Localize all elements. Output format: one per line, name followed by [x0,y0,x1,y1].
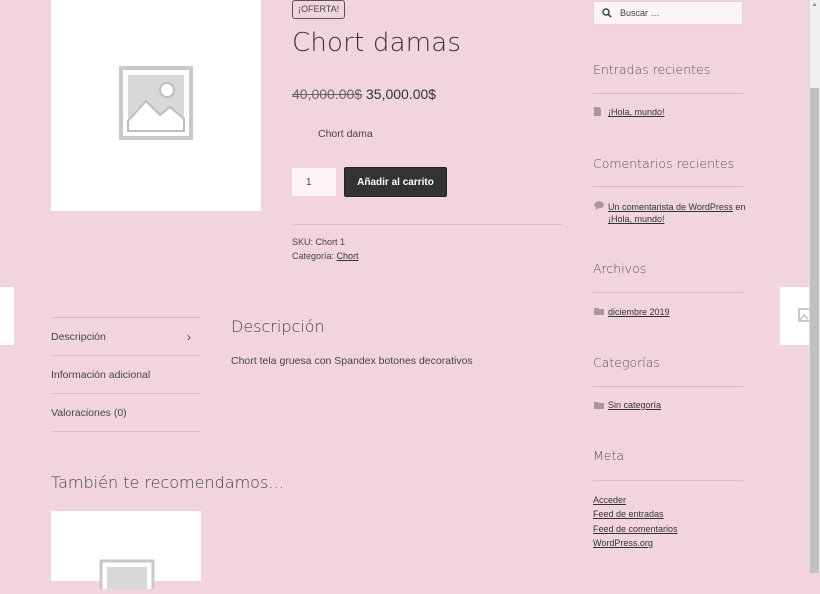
tab-label: Información adicional [51,368,151,381]
category-label: Categoría: [292,251,335,261]
product-sku: SKU: Chort 1 [292,237,345,247]
archive-item: diciembre 2019 [608,307,670,317]
quantity-input[interactable] [292,168,336,196]
chevron-right-icon: › [187,329,191,344]
login-link[interactable]: Acceder [593,495,626,505]
description-heading: Descripción [231,317,325,336]
sale-badge: ¡OFERTA! [292,0,346,19]
widget-divider [593,93,743,94]
image-placeholder-icon [118,65,194,146]
next-product-link[interactable] [780,287,814,345]
sku-value: Chort 1 [315,237,346,247]
short-description: Chort dama [318,128,373,140]
comment-on-text: en [735,202,746,212]
widget-divider [593,480,743,481]
recent-post-link[interactable]: ¡Hola, mundo! [608,107,665,117]
widget-divider [593,186,743,187]
document-icon [594,107,601,118]
regular-price: 40,000.00$ [292,86,363,102]
category-link[interactable]: Sin categoría [608,400,661,410]
meta-title: Meta [593,448,625,463]
recent-comments-title: Comentarios recientes [593,156,735,171]
image-placeholder-icon [99,559,155,594]
scrollbar-thumb[interactable] [810,88,819,573]
category-link[interactable]: Chort [337,251,359,261]
meta-item: Feed de comentarios [593,524,678,534]
archives-title: Archivos [593,261,647,276]
comment-post-link[interactable]: ¡Hola, mundo! [608,214,665,224]
widget-divider [593,292,743,293]
search-icon [602,8,612,18]
search-placeholder: Buscar … [620,8,660,18]
related-products-heading: También te recomendamos… [51,473,285,492]
comment-icon [594,201,604,212]
folder-icon [594,307,604,317]
description-text: Chort tela gruesa con Spandex botones de… [231,355,473,367]
related-product-card[interactable] [51,511,201,594]
folder-icon [594,401,604,411]
search-input[interactable]: Buscar … [593,1,743,25]
tab-additional-information[interactable]: Información adicional [51,355,201,393]
recent-posts-title: Entradas recientes [593,62,711,77]
wordpress-org-link[interactable]: WordPress.org [593,538,653,548]
meta-item: WordPress.org [593,538,653,548]
categories-title: Categorías [593,355,660,370]
scroll-up-arrow[interactable]: ▲ [810,0,819,10]
comments-feed-link[interactable]: Feed de comentarios [593,524,678,534]
product-image[interactable] [51,0,261,211]
tab-label: Descripción [51,330,106,343]
sku-label: SKU: [292,237,314,247]
previous-product-link[interactable] [0,287,14,345]
tab-description[interactable]: Descripción › [51,317,201,355]
comment-author-link[interactable]: Un comentarista de WordPress [608,202,733,212]
tab-reviews[interactable]: Valoraciones (0) [51,393,201,432]
product-category: Categoría: Chort [292,251,359,261]
tab-label: Valoraciones (0) [51,406,127,419]
entries-feed-link[interactable]: Feed de entradas [593,509,664,519]
sale-price: 35,000.00$ [366,86,437,102]
product-title: Chort damas [292,28,462,58]
recent-post-item: ¡Hola, mundo! [608,107,665,117]
widget-divider [593,386,743,387]
add-to-cart-button[interactable]: Añadir al carrito [345,168,446,196]
divider [292,224,562,225]
category-item: Sin categoría [608,400,661,410]
archive-link[interactable]: diciembre 2019 [608,307,670,317]
meta-item: Feed de entradas [593,509,664,519]
meta-item: Acceder [593,495,626,505]
recent-comment-item: Un comentarista de WordPress en ¡Hola, m… [608,201,748,225]
